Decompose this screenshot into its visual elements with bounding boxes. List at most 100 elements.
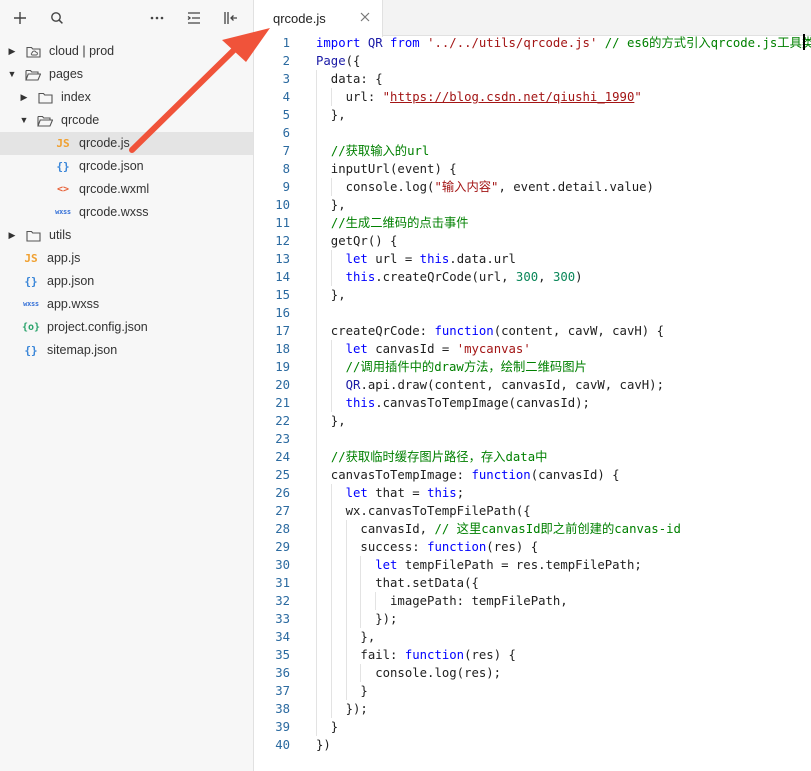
line-number: 25 [275, 468, 290, 482]
tree-item-project-config-json[interactable]: {o} project.config.json [0, 316, 253, 339]
file-tree: ▶ cloud | prod ▼ pages ▶ index ▼ qrcode JS qrcode… [0, 36, 253, 362]
code-text: url: "https://blog.csdn.net/qiushi_1990" [316, 90, 642, 104]
code-line: 3 data: { [255, 70, 811, 88]
chevron-right-icon[interactable]: ▶ [6, 224, 18, 247]
tree-item-qrcode-wxml[interactable]: <> qrcode.wxml [0, 178, 253, 201]
plus-icon[interactable] [9, 8, 31, 28]
code-text: createQrCode: function(content, cavW, ca… [316, 324, 664, 338]
chevron-down-icon[interactable]: ▼ [18, 109, 30, 132]
tree-item-app-js[interactable]: JS app.js [0, 247, 253, 270]
code-line: 16 [255, 304, 811, 322]
code-text: QR.api.draw(content, canvasId, cavW, cav… [345, 378, 664, 392]
wxss-file-icon: wxss [23, 300, 39, 308]
line-number: 13 [275, 252, 290, 266]
code-text: let url = this.data.url [345, 252, 516, 266]
search-icon[interactable] [46, 8, 68, 28]
line-number: 5 [282, 108, 290, 122]
folder-open-icon [24, 63, 42, 86]
code-text: inputUrl(event) { [316, 162, 457, 176]
cloud-folder-icon [24, 40, 42, 63]
code-line: 10 }, [255, 196, 811, 214]
indent-guide [375, 592, 377, 610]
line-number: 40 [275, 738, 290, 752]
line-number: 11 [275, 216, 290, 230]
tree-item-app-wxss[interactable]: wxss app.wxss [0, 293, 253, 316]
tab-qrcode-js[interactable]: qrcode.js [255, 0, 383, 37]
line-number: 34 [275, 630, 290, 644]
code-text: //获取临时缓存图片路径，存入data中 [330, 450, 548, 464]
code-line: 38 }); [255, 700, 811, 718]
tree-item-pages[interactable]: ▼ pages [0, 63, 253, 86]
chevron-right-icon[interactable]: ▶ [18, 86, 30, 109]
code-text: let tempFilePath = res.tempFilePath; [375, 558, 642, 572]
code-text: }, [316, 288, 346, 302]
ellipsis-icon[interactable] [146, 8, 168, 28]
indent-guide [316, 70, 317, 736]
line-number: 37 [275, 684, 290, 698]
tree-item-label: qrcode.json [79, 159, 144, 173]
line-number: 35 [275, 648, 290, 662]
code-text: this.canvasToTempImage(canvasId); [345, 396, 590, 410]
indent-guide [330, 484, 332, 718]
line-number: 15 [275, 288, 290, 302]
line-number: 14 [275, 270, 290, 284]
code-line: 9 console.log("输入内容", event.detail.value… [255, 178, 811, 196]
code-line: 25 canvasToTempImage: function(canvasId)… [255, 466, 811, 484]
wxml-file-icon: <> [56, 184, 70, 195]
line-number: 31 [275, 576, 290, 590]
collapse-sidebar-icon[interactable] [220, 8, 242, 28]
folder-icon [36, 86, 54, 109]
code-text: that.setData({ [316, 576, 479, 590]
tree-item-index[interactable]: ▶ index [0, 86, 253, 109]
tree-item-qrcode-json[interactable]: {} qrcode.json [0, 155, 253, 178]
line-number: 4 [282, 90, 290, 104]
code-line: 30 let tempFilePath = res.tempFilePath; [255, 556, 811, 574]
code-text: } [316, 684, 368, 698]
line-number: 20 [275, 378, 290, 392]
indent-guide [330, 250, 332, 286]
line-number: 1 [282, 36, 290, 50]
chevron-right-icon[interactable]: ▶ [6, 40, 18, 63]
text-cursor [803, 34, 805, 50]
code-text: canvasId, // 这里canvasId即之前创建的canvas-id [316, 522, 681, 536]
code-line: 40}) [255, 736, 811, 754]
tree-item-qrcode-wxss[interactable]: wxss qrcode.wxss [0, 201, 253, 224]
code-line: 11 //生成二维码的点击事件 [255, 214, 811, 232]
tree-item-label: pages [49, 67, 84, 81]
code-text: }); [316, 702, 368, 716]
tree-item-qrcode-js[interactable]: JS qrcode.js [0, 132, 253, 155]
tree-item-label: project.config.json [47, 320, 148, 334]
tree-item-sitemap-json[interactable]: {} sitemap.json [0, 339, 253, 362]
code-line: 29 success: function(res) { [255, 538, 811, 556]
line-number: 12 [275, 234, 290, 248]
code-line: 26 let that = this; [255, 484, 811, 502]
tree-item-label: qrcode [61, 113, 100, 127]
code-line: 24 //获取临时缓存图片路径，存入data中 [255, 448, 811, 466]
tree-item-cloud-prod[interactable]: ▶ cloud | prod [0, 40, 253, 63]
close-icon[interactable] [358, 10, 372, 24]
tree-item-qrcode[interactable]: ▼ qrcode [0, 109, 253, 132]
indent-guide [330, 340, 332, 412]
outline-icon[interactable] [183, 8, 205, 28]
code-line: 7 //获取输入的url [255, 142, 811, 160]
tree-item-label: app.wxss [47, 297, 100, 311]
code-text: //调用插件中的draw方法，绘制二维码图片 [345, 360, 587, 374]
tree-item-app-json[interactable]: {} app.json [0, 270, 253, 293]
tree-item-label: qrcode.wxml [79, 182, 150, 196]
line-number: 24 [275, 450, 290, 464]
config-file-icon: {o} [21, 322, 41, 333]
line-number: 2 [282, 54, 290, 68]
tree-item-utils[interactable]: ▶ utils [0, 224, 253, 247]
code-text: //生成二维码的点击事件 [330, 216, 469, 230]
code-text: success: function(res) { [316, 540, 539, 554]
code-editor: qrcode.js 1 import QR from '../../utils/q… [255, 0, 811, 771]
code-line: 18 let canvasId = 'mycanvas' [255, 340, 811, 358]
code-line: 21 this.canvasToTempImage(canvasId); [255, 394, 811, 412]
chevron-down-icon[interactable]: ▼ [6, 63, 18, 86]
code-text: }); [316, 612, 398, 626]
line-number: 32 [275, 594, 290, 608]
tree-item-label: index [61, 90, 91, 104]
code-line: 22 }, [255, 412, 811, 430]
line-number: 28 [275, 522, 290, 536]
code-text: }) [316, 738, 331, 752]
